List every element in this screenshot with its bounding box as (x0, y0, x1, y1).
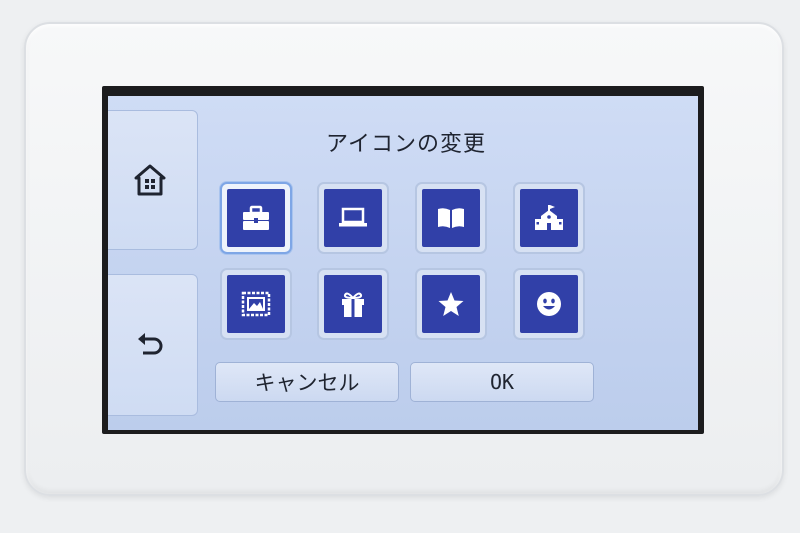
icon-option-briefcase[interactable] (220, 182, 292, 254)
icon-option-picture[interactable] (220, 268, 292, 340)
book-icon (436, 206, 466, 230)
school-icon (534, 204, 564, 232)
icon-option-laptop[interactable] (317, 182, 389, 254)
icon-option-gift[interactable] (317, 268, 389, 340)
gift-icon (339, 290, 367, 318)
home-button[interactable] (108, 110, 198, 250)
star-icon (437, 290, 465, 318)
icon-option-book[interactable] (415, 182, 487, 254)
icon-option-smiley[interactable] (513, 268, 585, 340)
picture-icon (241, 291, 271, 317)
back-button[interactable] (108, 274, 198, 416)
ok-button[interactable]: OK (410, 362, 594, 402)
icon-option-star[interactable] (415, 268, 487, 340)
home-icon (133, 163, 167, 197)
dialog-title: アイコンの変更 (326, 132, 486, 157)
smiley-icon (536, 291, 562, 317)
cancel-button[interactable]: キャンセル (215, 362, 399, 402)
touch-screen: アイコンの変更 キャンセル OK (108, 96, 698, 430)
briefcase-icon (241, 205, 271, 231)
icon-option-school[interactable] (513, 182, 585, 254)
laptop-icon (338, 207, 368, 229)
back-arrow-icon (135, 331, 165, 359)
